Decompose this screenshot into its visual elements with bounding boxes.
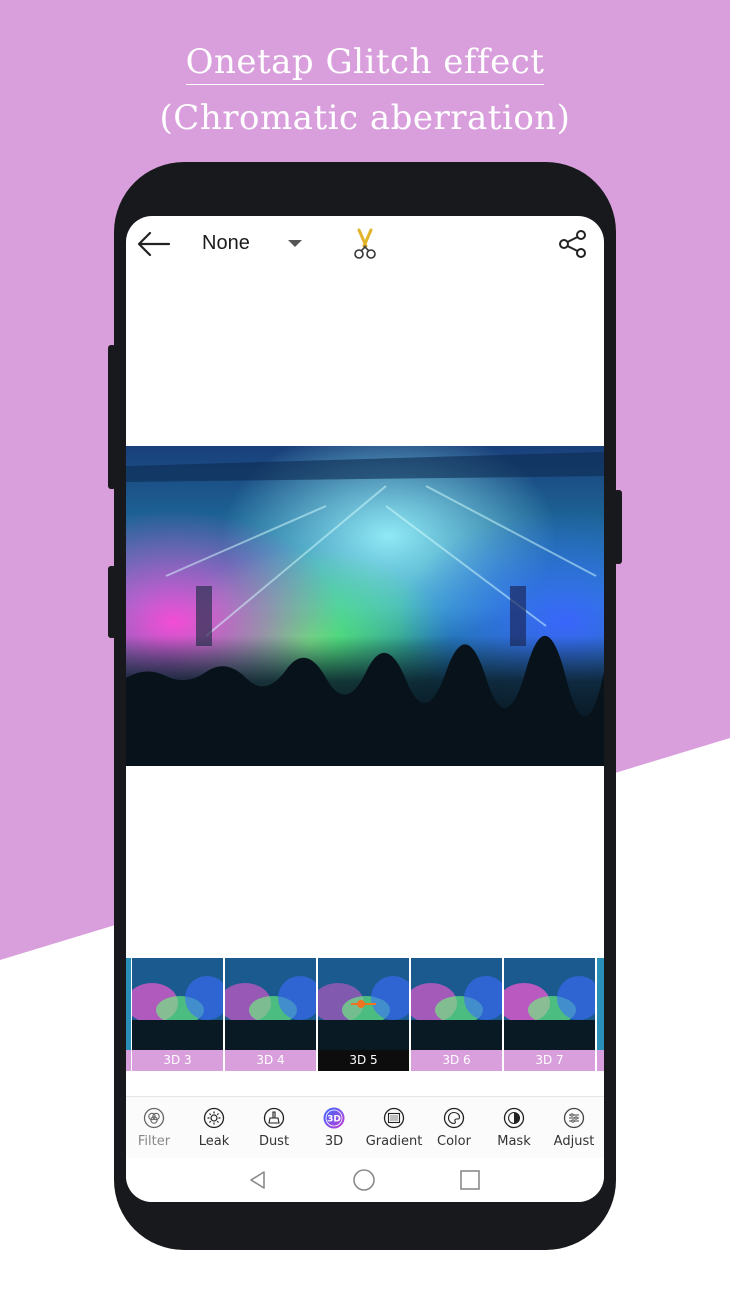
phone-volume-button bbox=[108, 345, 116, 489]
effect-thumb[interactable]: 3D 4 bbox=[225, 958, 316, 1071]
tab-leak[interactable]: Leak bbox=[184, 1107, 244, 1149]
effect-label: 3D 7 bbox=[504, 1050, 595, 1071]
caret-down-icon bbox=[288, 240, 302, 247]
headline-title: Onetap Glitch effect bbox=[0, 42, 730, 85]
effect-label: 3D 5 bbox=[318, 1050, 409, 1071]
filter-icon bbox=[143, 1107, 165, 1129]
effect-label: 3D 4 bbox=[225, 1050, 316, 1071]
effect-label: 3D 3 bbox=[132, 1050, 223, 1071]
selector-value: None bbox=[202, 232, 250, 254]
effect-thumb[interactable]: 3D 7 bbox=[504, 958, 595, 1071]
scissors-icon[interactable] bbox=[348, 226, 382, 262]
arrow-left-icon[interactable] bbox=[136, 228, 172, 260]
app-screen: None 3D 3 3D 4 3D 5 3D 6 3D 7 Filter Lea… bbox=[126, 216, 604, 1202]
nav-home-icon[interactable] bbox=[350, 1166, 378, 1194]
edited-photo[interactable] bbox=[126, 446, 604, 766]
effect-thumb[interactable]: 3D 3 bbox=[132, 958, 223, 1071]
headline-subtitle: (Chromatic aberration) bbox=[159, 98, 571, 138]
tab-filter[interactable]: Filter bbox=[126, 1107, 184, 1149]
tab-adjust[interactable]: Adjust bbox=[544, 1107, 604, 1149]
thumb-image bbox=[411, 958, 502, 1050]
phone-side-button bbox=[108, 566, 116, 638]
tab-mask[interactable]: Mask bbox=[484, 1107, 544, 1149]
tab-3d[interactable]: 3D 3D bbox=[304, 1107, 364, 1149]
gradient-icon bbox=[383, 1107, 405, 1129]
thumb-image bbox=[318, 958, 409, 1050]
effect-label: 3D 6 bbox=[411, 1050, 502, 1071]
tab-gradient[interactable]: Gradient bbox=[364, 1107, 424, 1149]
nav-recents-icon[interactable] bbox=[456, 1166, 484, 1194]
nav-back-icon[interactable] bbox=[244, 1166, 272, 1194]
phone-power-button bbox=[614, 490, 622, 564]
brush-icon bbox=[263, 1107, 285, 1129]
3d-badge-icon: 3D bbox=[323, 1107, 345, 1129]
effect-thumb[interactable]: 3D 6 bbox=[411, 958, 502, 1071]
thumb-image bbox=[225, 958, 316, 1050]
tab-dust[interactable]: Dust bbox=[244, 1107, 304, 1149]
sliders-icon bbox=[563, 1107, 585, 1129]
system-nav-bar bbox=[126, 1158, 604, 1202]
thumb-image bbox=[504, 958, 595, 1050]
sun-icon bbox=[203, 1107, 225, 1129]
effect-strip: 3D 3 3D 4 3D 5 3D 6 3D 7 bbox=[126, 958, 604, 1071]
mask-icon bbox=[503, 1107, 525, 1129]
svg-text:3D: 3D bbox=[327, 1115, 341, 1125]
effect-thumb-active[interactable]: 3D 5 bbox=[318, 958, 409, 1071]
tool-tabs: Filter Leak Dust 3D 3D Gradient Color Ma… bbox=[126, 1096, 604, 1159]
tab-color[interactable]: Color bbox=[424, 1107, 484, 1149]
thumb-image bbox=[132, 958, 223, 1050]
share-icon[interactable] bbox=[556, 228, 590, 260]
palette-icon bbox=[443, 1107, 465, 1129]
top-bar: None bbox=[126, 216, 604, 272]
